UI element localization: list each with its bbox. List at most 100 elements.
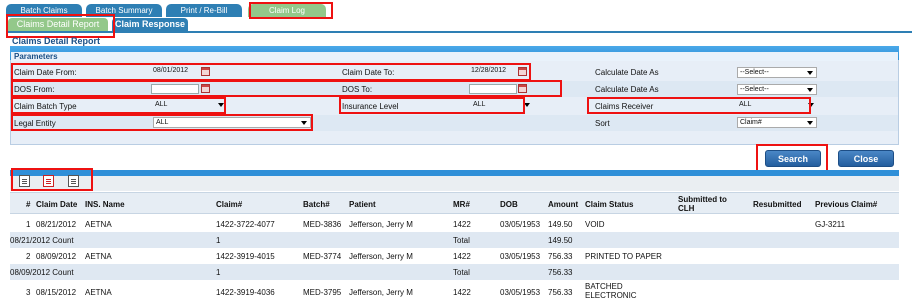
legal-entity-select[interactable]: ALL [153, 117, 311, 128]
insurance-level-value: ALL [473, 101, 486, 108]
calculate-date-select-1[interactable]: --Select-- [737, 67, 817, 78]
calendar-icon[interactable] [201, 84, 210, 93]
table-row[interactable]: 1 08/21/2012 AETNA 1422-3722-4077 MED-38… [10, 216, 899, 232]
dos-to-input[interactable] [469, 84, 517, 94]
panel-title: Claims Detail Report [12, 36, 101, 46]
export-print-icon[interactable] [68, 175, 79, 187]
count-value: 1 [216, 268, 221, 277]
claim-date-to-label: Claim Date To: [342, 68, 395, 77]
col-patient[interactable]: Patient [349, 200, 376, 209]
col-amount[interactable]: Amount [548, 200, 578, 209]
cell-claim-status: VOID [585, 220, 605, 229]
col-ins-name[interactable]: INS. Name [85, 200, 125, 209]
dos-to-label: DOS To: [342, 85, 373, 94]
export-toolbar [10, 170, 899, 191]
total-label: Total [453, 236, 470, 245]
col-claim-status[interactable]: Claim Status [585, 200, 633, 209]
claims-receiver-select[interactable]: ALL [737, 100, 817, 111]
cell-ins-name: AETNA [85, 288, 112, 297]
cell-num: 2 [26, 252, 31, 261]
search-button[interactable]: Search [765, 150, 821, 167]
col-batch-number[interactable]: Batch# [303, 200, 330, 209]
cell-dob: 03/05/1953 [500, 220, 541, 229]
claim-date-from-label: Claim Date From: [14, 68, 77, 77]
tab-claim-response[interactable]: Claim Response [112, 18, 188, 31]
cell-claim-number: 1422-3919-4015 [216, 252, 275, 261]
claims-receiver-label: Claims Receiver [595, 102, 654, 111]
tab-batch-claims[interactable]: Batch Claims [6, 4, 82, 17]
chevron-down-icon [301, 121, 307, 125]
legal-entity-label: Legal Entity [14, 119, 56, 128]
cell-previous-claim: GJ-3211 [815, 220, 846, 229]
cell-num: 3 [26, 288, 31, 297]
cell-claim-date: 08/21/2012 [36, 220, 77, 229]
claim-date-to-input[interactable]: 12/28/2012 [469, 67, 517, 77]
dos-from-input[interactable] [151, 84, 199, 94]
calculate-date-value-1: --Select-- [740, 69, 769, 76]
cell-num: 1 [26, 220, 31, 229]
table-header: # Claim Date INS. Name Claim# Batch# Pat… [10, 192, 899, 214]
param-row-4: Legal Entity ALL Sort Claim# [11, 115, 898, 131]
legal-entity-value: ALL [156, 119, 169, 126]
col-resubmitted[interactable]: Resubmitted [753, 200, 801, 209]
total-label: Total [453, 268, 470, 277]
chevron-down-icon [808, 103, 814, 107]
cell-mr-number: 1422 [453, 220, 471, 229]
cell-claim-date: 08/09/2012 [36, 252, 77, 261]
col-submitted-to[interactable]: Submitted to [678, 195, 727, 204]
count-value: 1 [216, 236, 221, 245]
claim-batch-type-value: ALL [155, 101, 168, 108]
cell-claim-number: 1422-3722-4077 [216, 220, 275, 229]
param-row-3: Claim Batch Type ALL Insurance Level ALL… [11, 98, 898, 114]
insurance-level-label: Insurance Level [342, 102, 399, 111]
cell-ins-name: AETNA [85, 252, 112, 261]
claim-date-from-input[interactable]: 08/01/2012 [151, 67, 196, 77]
tab-claim-log[interactable]: Claim Log [248, 4, 326, 17]
sort-select[interactable]: Claim# [737, 117, 817, 128]
param-row-1: Claim Date From: 08/01/2012 Claim Date T… [11, 64, 898, 80]
tab-underline [6, 31, 912, 33]
cell-ins-name: AETNA [85, 220, 112, 229]
calendar-icon[interactable] [518, 67, 527, 76]
cell-claim-status: BATCHED [585, 282, 623, 291]
sort-value: Claim# [740, 119, 762, 126]
insurance-level-select[interactable]: ALL [471, 100, 533, 111]
claims-receiver-value: ALL [739, 101, 752, 108]
cell-claim-status: PRINTED TO PAPER [585, 252, 662, 261]
calendar-icon[interactable] [201, 67, 210, 76]
tab-claims-detail-report[interactable]: Claims Detail Report [8, 18, 108, 31]
tab-print-rebill[interactable]: Print / Re-Bill [166, 4, 242, 17]
calendar-icon[interactable] [518, 84, 527, 93]
cell-claim-number: 1422-3919-4036 [216, 288, 275, 297]
col-dob[interactable]: DOB [500, 200, 518, 209]
calculate-date-label-2: Calculate Date As [595, 85, 659, 94]
param-row-2: DOS From: DOS To: Calculate Date As --Se… [11, 81, 898, 97]
claim-batch-type-select[interactable]: ALL [153, 100, 227, 111]
export-pdf-icon[interactable] [43, 175, 54, 187]
count-label: 08/09/2012 Count [10, 268, 74, 277]
col-mr-number[interactable]: MR# [453, 200, 470, 209]
export-excel-icon[interactable] [19, 175, 30, 187]
col-previous-claim[interactable]: Previous Claim# [815, 200, 877, 209]
cell-claim-status-line2: ELECTRONIC [585, 291, 637, 300]
table-row[interactable]: 2 08/09/2012 AETNA 1422-3919-4015 MED-37… [10, 248, 899, 264]
calculate-date-select-2[interactable]: --Select-- [737, 84, 817, 95]
calculate-date-label-1: Calculate Date As [595, 68, 659, 77]
claim-batch-type-label: Claim Batch Type [14, 102, 77, 111]
table-count-row: 08/09/2012 Count 1 Total 756.33 [10, 264, 899, 280]
col-claim-date[interactable]: Claim Date [36, 200, 77, 209]
cell-dob: 03/05/1953 [500, 252, 541, 261]
col-claim-number[interactable]: Claim# [216, 200, 242, 209]
chevron-down-icon [218, 103, 224, 107]
close-button[interactable]: Close [838, 150, 894, 167]
total-value: 756.33 [548, 268, 573, 277]
tab-batch-summary[interactable]: Batch Summary [86, 4, 162, 17]
col-submitted-clh: CLH [678, 204, 695, 213]
dos-from-label: DOS From: [14, 85, 55, 94]
col-num[interactable]: # [26, 200, 30, 209]
cell-batch-number: MED-3774 [303, 252, 342, 261]
cell-patient: Jefferson, Jerry M [349, 220, 413, 229]
cell-mr-number: 1422 [453, 288, 471, 297]
table-row[interactable]: 3 08/15/2012 AETNA 1422-3919-4036 MED-37… [10, 282, 899, 304]
parameters-label: Parameters [14, 52, 58, 61]
